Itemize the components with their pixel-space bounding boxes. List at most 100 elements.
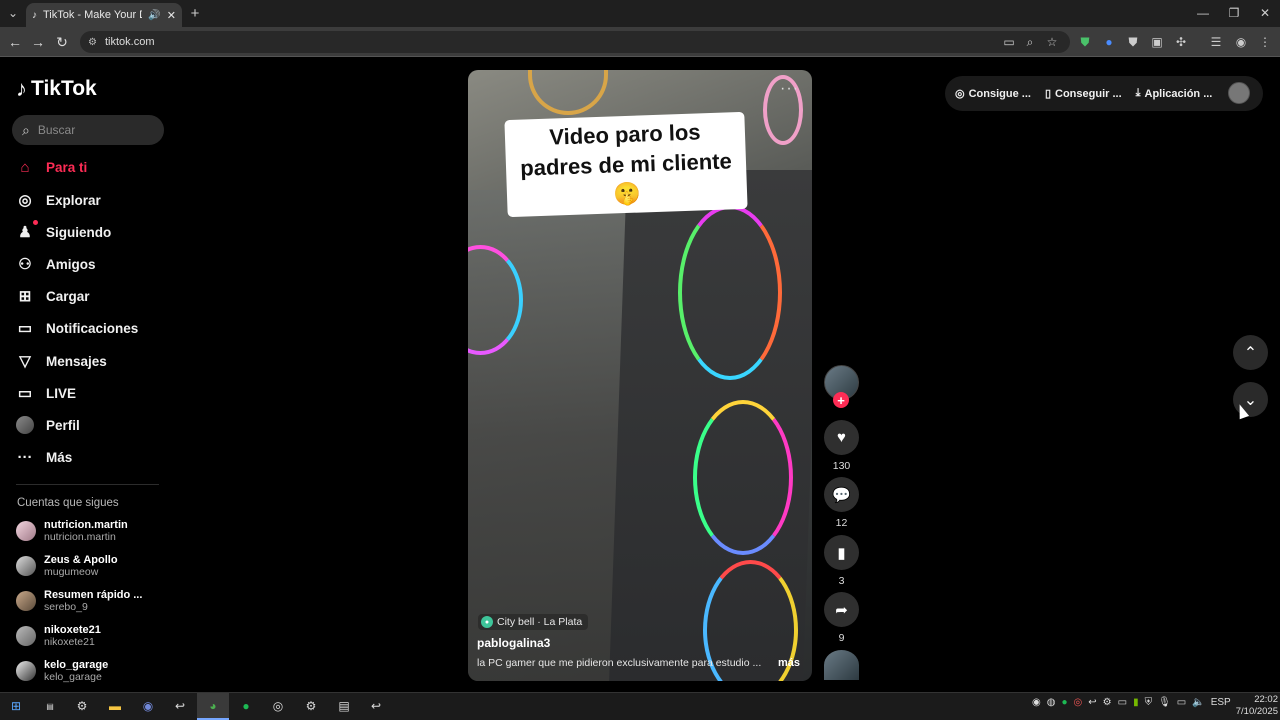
extensions-puzzle-icon[interactable]: ✣ (1172, 33, 1190, 51)
followed-account[interactable]: nikoxete21 nikoxete21 (16, 621, 166, 651)
tab-close-icon[interactable]: ✕ (167, 9, 176, 22)
get-app-link[interactable]: ▯ Conseguir ... (1045, 87, 1122, 101)
app-icon[interactable]: ◎ (268, 697, 288, 715)
cast-icon[interactable]: ▭ (1000, 33, 1018, 51)
video-player[interactable]: Video paro los padres de mi cliente 🤫 ··… (468, 70, 812, 681)
location-tag[interactable]: ● City bell · La Plata (478, 614, 589, 630)
sidebar-item-mas[interactable]: ··· Más (16, 443, 166, 471)
download-icon: ⤓ (1135, 87, 1141, 99)
taskbar-clock[interactable]: 22:02 7/10/2025 (1230, 694, 1278, 718)
avatar (16, 661, 36, 681)
followed-account[interactable]: Resumen rápido ... serebo_9 (16, 586, 166, 616)
language-indicator[interactable]: ESP (1211, 697, 1231, 708)
browser-tab[interactable]: ♪ TikTok - Make Your Day 🔊 ✕ (26, 3, 182, 27)
followed-account[interactable]: nutricion.martin nutricion.martin (16, 516, 166, 546)
chrome-icon[interactable]: ◕ (203, 697, 223, 715)
live-icon: ▭ (17, 385, 33, 402)
system-tray: ◉ ◍ ● ◎ ↩ ⚙ ▭ ▮ ⛨ 🎙 ▭ 🔈 ESP (1032, 697, 1231, 708)
spotify-tray-icon[interactable]: ● (1061, 697, 1067, 708)
discord-icon[interactable]: ◉ (138, 697, 158, 715)
file-explorer-icon[interactable]: ▬ (105, 697, 125, 715)
following-section-title: Cuentas que sigues (17, 497, 119, 509)
nvidia-icon[interactable]: ▮ (1133, 697, 1139, 708)
tray-icon[interactable]: ◎ (1074, 697, 1083, 708)
address-bar[interactable]: ⚙ tiktok.com (80, 31, 1070, 53)
speaker-icon[interactable]: 🔊 (148, 10, 160, 21)
home-icon: ⌂ (20, 158, 30, 176)
app-icon[interactable]: ▤ (334, 697, 354, 715)
app-icon[interactable]: ↩ (366, 697, 386, 715)
sidebar-item-para-ti[interactable]: ⌂ Para ti (16, 153, 166, 181)
window-close-icon[interactable]: ✕ (1256, 4, 1274, 22)
spotify-icon[interactable]: ● (236, 697, 256, 715)
share-button[interactable]: ➦ (824, 592, 859, 627)
site-info-icon[interactable]: ⚙ (88, 37, 97, 48)
microphone-icon[interactable]: 🎙 (1158, 697, 1171, 708)
sidebar-item-explorar[interactable]: ◎ Explorar (16, 186, 166, 214)
sidebar-item-perfil[interactable]: Perfil (16, 411, 166, 439)
sidebar-item-live[interactable]: ▭ LIVE (16, 379, 166, 407)
tray-icon[interactable]: ↩ (1088, 697, 1096, 708)
sidebar-item-mensajes[interactable]: ▽ Mensajes (16, 347, 166, 375)
forward-button[interactable]: → (28, 32, 48, 52)
desktop-app-link[interactable]: ⤓ Aplicación ... (1136, 87, 1213, 100)
tray-icon[interactable]: ◍ (1047, 697, 1056, 708)
follow-button[interactable]: + (833, 392, 849, 408)
profile-icon[interactable]: ◉ (1232, 33, 1250, 51)
network-icon[interactable]: ▭ (1177, 697, 1186, 708)
video-author[interactable]: pablogalina3 (477, 636, 550, 650)
tab-title: TikTok - Make Your Day (43, 9, 142, 21)
previous-video-button[interactable]: ⌃ (1233, 335, 1268, 370)
steam-icon[interactable]: ⚙ (301, 697, 321, 715)
get-app-label: Conseguir ... (1055, 87, 1122, 100)
steam-icon[interactable]: ⚙ (72, 697, 92, 715)
reload-button[interactable]: ↻ (52, 32, 72, 52)
app-icon[interactable]: ▤ (40, 697, 60, 715)
save-button[interactable]: ▮ (824, 535, 859, 570)
music-disc[interactable] (824, 650, 859, 680)
sidebar-item-cargar[interactable]: ⊞ Cargar (16, 282, 166, 310)
back-button[interactable]: ← (5, 32, 25, 52)
search-input[interactable]: ⌕ Buscar (12, 115, 164, 145)
sidebar-item-amigos[interactable]: ⚇ Amigos (16, 250, 166, 278)
rgb-fan-ring (678, 205, 782, 380)
app-icon[interactable]: ↩ (170, 697, 190, 715)
bookmark-star-icon[interactable]: ☆ (1043, 33, 1061, 51)
followed-account[interactable]: kelo_garage kelo_garage (16, 656, 166, 686)
windows-start-icon[interactable]: ⊞ (6, 697, 26, 715)
steam-tray-icon[interactable]: ⚙ (1103, 697, 1112, 708)
volume-icon[interactable]: 🔈 (1192, 697, 1204, 708)
expand-description-button[interactable]: más (778, 657, 800, 669)
user-profile-avatar[interactable] (1228, 82, 1250, 104)
restore-icon[interactable]: ❐ (1225, 4, 1243, 22)
comment-button[interactable]: 💬 (824, 477, 859, 512)
media-control-icon[interactable]: ☰ (1207, 33, 1225, 51)
logo-text: TikTok (31, 77, 97, 100)
menu-kebab-icon[interactable]: ⋮ (1256, 33, 1274, 51)
video-more-options-icon[interactable]: ··· (780, 80, 799, 98)
sidebar-item-label: Explorar (46, 192, 101, 208)
search-icon: ⌕ (22, 121, 30, 138)
followed-account[interactable]: Zeus & Apollo mugumeow (16, 551, 166, 581)
zoom-icon[interactable]: ⌕ (1021, 33, 1039, 51)
extension-box-icon[interactable]: ▣ (1148, 33, 1166, 51)
minimize-icon[interactable]: — (1194, 4, 1212, 22)
extension-blue-icon[interactable]: ● (1100, 33, 1118, 51)
tab-search-icon[interactable]: ⌄ (4, 4, 22, 22)
tiktok-logo[interactable]: ♪ TikTok (16, 76, 97, 102)
get-coins-link[interactable]: ◎ Consigue ... (955, 87, 1031, 101)
tray-icon[interactable]: ⛨ (1145, 697, 1153, 708)
sidebar-item-notificaciones[interactable]: ▭ Notificaciones (16, 314, 166, 342)
discord-tray-icon[interactable]: ◉ (1032, 697, 1041, 708)
avatar-icon (16, 416, 34, 434)
like-button[interactable]: ♥ (824, 420, 859, 455)
new-tab-button[interactable]: + (186, 4, 204, 22)
video-caption-overlay: Video paro los padres de mi cliente 🤫 (504, 111, 748, 218)
sidebar-item-label: Amigos (46, 256, 96, 272)
account-handle: serebo_9 (44, 601, 88, 613)
save-count: 3 (838, 575, 845, 587)
extension-gray-icon[interactable]: ⛊ (1124, 33, 1142, 51)
sidebar-item-siguiendo[interactable]: ♟ Siguiendo (16, 218, 166, 246)
tray-icon[interactable]: ▭ (1118, 697, 1127, 708)
extension-shield-icon[interactable]: ⛊ (1076, 33, 1094, 51)
